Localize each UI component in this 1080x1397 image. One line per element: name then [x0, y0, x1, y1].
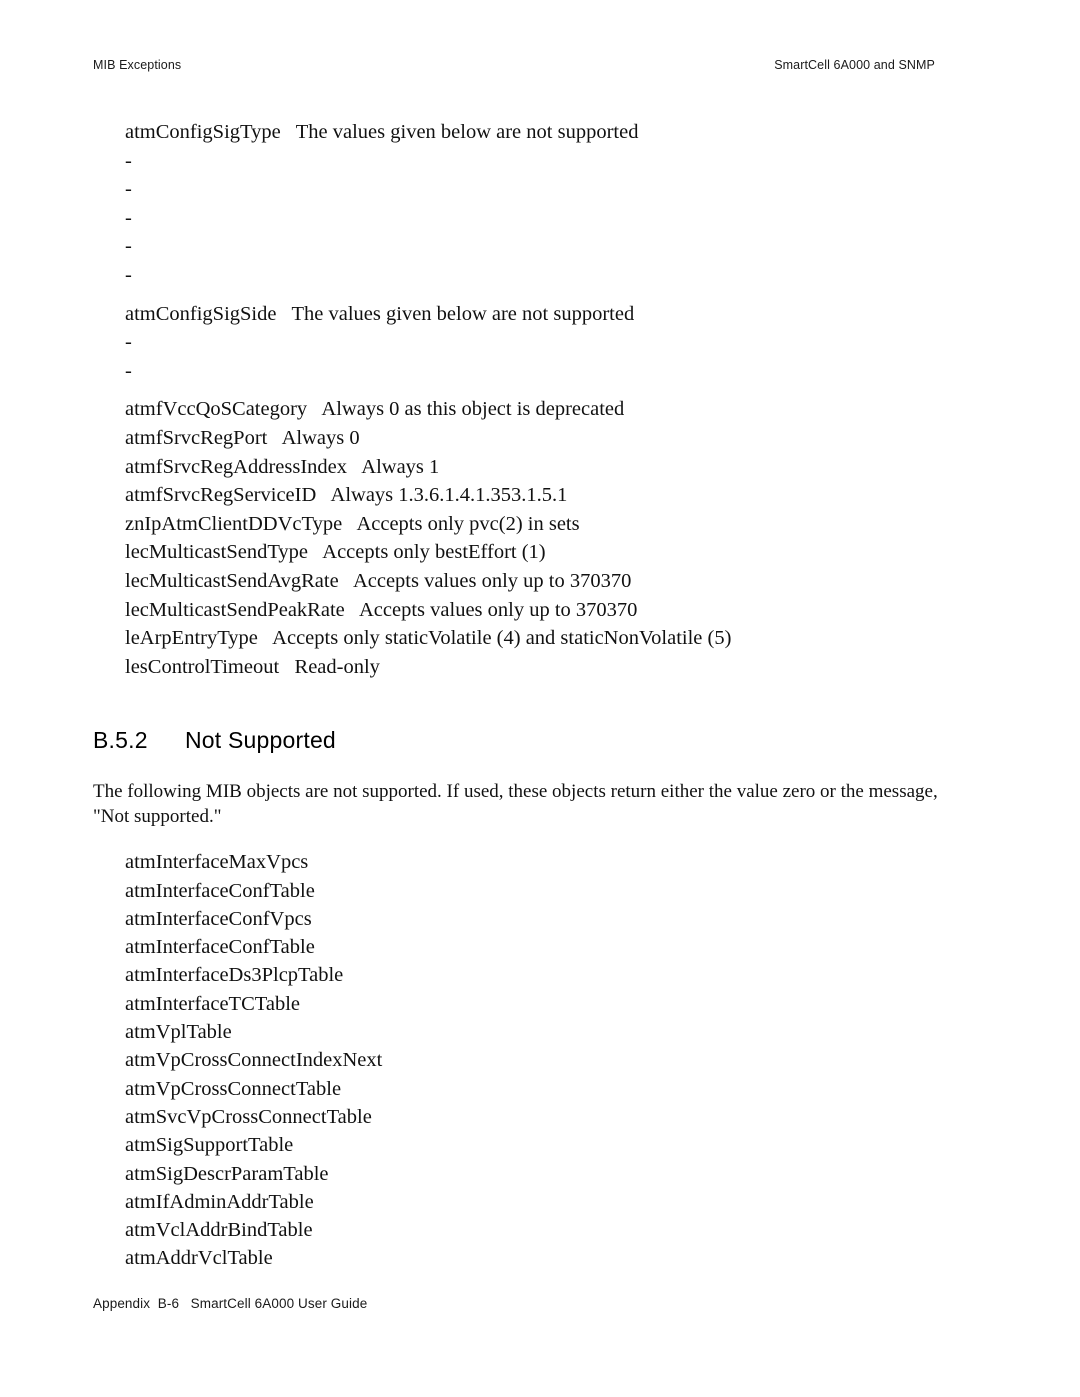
mib-exception-value-bullet: - [125, 178, 132, 201]
mib-exception-name: lesControlTimeout [125, 655, 280, 678]
mib-exception-entry: atmfSrvcRegServiceID Always 1.3.6.1.4.1.… [125, 481, 993, 510]
mib-exception-description: Always 1 [361, 455, 440, 478]
mib-exception-description: Accepts only pvc(2) in sets [356, 512, 580, 535]
mib-exception-name: atmfSrvcRegServiceID [125, 484, 317, 507]
mib-exception-name: znIpAtmClientDDVcType [125, 512, 343, 535]
mib-exception-value-bullet: - [125, 206, 132, 229]
running-footer: Appendix B-6 SmartCell 6A000 User Guide [93, 1296, 368, 1311]
mib-exception-name: lecMulticastSendAvgRate [125, 569, 339, 592]
not-supported-item: atmInterfaceDs3PlcpTable [125, 964, 344, 987]
mib-exception-description: Read-only [294, 655, 380, 678]
mib-exception-name: lecMulticastSendPeakRate [125, 598, 345, 621]
mib-exception-entry: znIpAtmClientDDVcType Accepts only pvc(2… [125, 510, 993, 539]
not-supported-item: atmVclAddrBindTable [125, 1219, 313, 1242]
mib-exception-entry: atmConfigSigSide The values given below … [125, 300, 993, 329]
not-supported-item: atmInterfaceMaxVpcs [125, 851, 309, 874]
mib-exception-description: Accepts only staticVolatile (4) and stat… [272, 627, 732, 650]
mib-exceptions-list: atmConfigSigType The values given below … [93, 118, 993, 681]
mib-exception-entry: atmfVccQoSCategory Always 0 as this obje… [125, 395, 993, 424]
mib-exception-value-bullet: - [125, 359, 132, 382]
not-supported-item: atmInterfaceConfTable [125, 936, 315, 959]
column-gap [279, 656, 294, 678]
mib-exception-value-bullet: - [125, 331, 132, 354]
mib-exception-name: leArpEntryType [125, 627, 258, 650]
mib-exception-value-bullet: - [125, 149, 132, 172]
running-header: MIB Exceptions SmartCell 6A000 and SNMP [93, 58, 935, 72]
column-gap [345, 599, 359, 621]
section-title: Not Supported [185, 727, 336, 754]
mib-exception-description: Accepts values only up to 370370 [352, 569, 632, 592]
not-supported-item: atmInterfaceConfVpcs [125, 907, 312, 930]
mib-exception-entry: lecMulticastSendAvgRate Accepts values o… [125, 567, 993, 596]
not-supported-item: atmVpCrossConnectTable [125, 1077, 342, 1100]
mib-exception-description: Always 0 as this object is deprecated [321, 398, 625, 421]
mib-exception-name: atmfSrvcRegPort [125, 426, 268, 449]
not-supported-item: atmInterfaceTCTable [125, 992, 300, 1015]
header-left-title: MIB Exceptions [93, 58, 182, 72]
mib-exception-description: Always 1.3.6.1.4.1.353.1.5.1 [330, 484, 568, 507]
mib-exception-name: lecMulticastSendType [125, 541, 309, 564]
mib-exception-name: atmfVccQoSCategory [125, 398, 308, 421]
mib-exception-description: The values given below are not supported [291, 302, 635, 325]
mib-exception-description: Always 0 [281, 426, 360, 449]
not-supported-list: atmInterfaceMaxVpcs atmInterfaceConfTable… [93, 848, 993, 1272]
not-supported-item: atmAddrVclTable [125, 1247, 273, 1270]
mib-exception-entry: atmConfigSigType The values given below … [125, 118, 993, 147]
not-supported-item: atmVpCrossConnectIndexNext [125, 1049, 383, 1072]
column-gap [281, 121, 296, 143]
mib-exception-description: The values given below are not supported [295, 121, 639, 143]
page-content: atmConfigSigType The values given below … [93, 118, 993, 1273]
mib-exception-name: atmfSrvcRegAddressIndex [125, 455, 348, 478]
section-heading: B.5.2 Not Supported [93, 727, 993, 754]
mib-exception-entry: atmfSrvcRegAddressIndex Always 1 [125, 453, 993, 482]
mib-exception-entry: atmfSrvcRegPort Always 0 [125, 424, 993, 453]
column-gap [307, 398, 321, 420]
not-supported-item: atmSigDescrParamTable [125, 1162, 329, 1185]
section-number: B.5.2 [93, 727, 148, 754]
header-right-title: SmartCell 6A000 and SNMP [774, 58, 935, 72]
not-supported-item: atmVplTable [125, 1021, 232, 1044]
mib-exception-entry: leArpEntryType Accepts only staticVolati… [125, 624, 993, 653]
not-supported-item: atmSigSupportTable [125, 1134, 294, 1157]
not-supported-item: atmIfAdminAddrTable [125, 1190, 314, 1213]
section-intro-paragraph: The following MIB objects are not suppor… [93, 781, 938, 827]
mib-exception-name: atmConfigSigType [125, 121, 281, 143]
mib-exception-value-bullet: - [125, 235, 132, 258]
column-gap [316, 484, 330, 506]
column-gap [276, 303, 291, 325]
column-gap [258, 627, 272, 649]
mib-exception-name: atmConfigSigSide [125, 302, 277, 325]
not-supported-item: atmSvcVpCrossConnectTable [125, 1105, 372, 1128]
mib-exception-entry: lecMulticastSendType Accepts only bestEf… [125, 538, 993, 567]
mib-exception-description: Accepts values only up to 370370 [359, 598, 638, 621]
document-page: MIB Exceptions SmartCell 6A000 and SNMP … [0, 0, 1080, 1397]
column-gap [308, 541, 322, 563]
column-gap [267, 427, 281, 449]
mib-exception-entry: lesControlTimeout Read-only [125, 653, 993, 682]
mib-exception-value-bullet: - [125, 263, 132, 286]
mib-exception-description: Accepts only bestEffort (1) [322, 541, 546, 564]
mib-exception-entry: lecMulticastSendPeakRate Accepts values … [125, 596, 993, 625]
column-gap [342, 513, 356, 535]
not-supported-item: atmInterfaceConfTable [125, 879, 315, 902]
column-gap [347, 456, 361, 478]
column-gap [339, 570, 353, 592]
